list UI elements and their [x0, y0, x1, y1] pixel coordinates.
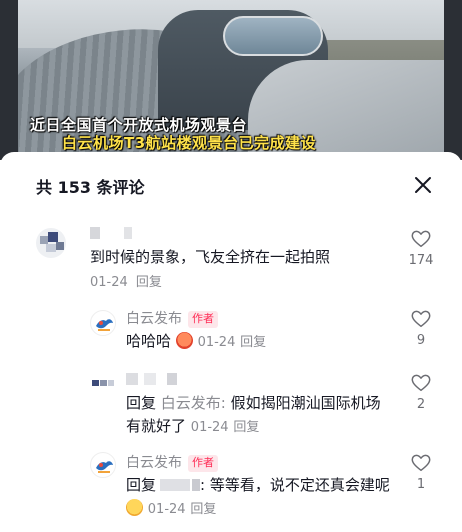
reply-button[interactable]: 回复 — [136, 275, 162, 290]
heart-outline-icon — [411, 230, 431, 248]
reply-button[interactable]: 回复 — [233, 420, 259, 435]
masked-username[interactable] — [160, 479, 191, 491]
author-name[interactable]: 白云发布 作者 — [126, 452, 218, 472]
comment-date: 01-24 — [90, 275, 128, 290]
like-button[interactable]: 174 — [406, 228, 436, 268]
comment-date: 01-24 — [197, 335, 236, 350]
reply-target[interactable]: 白云发布: — [161, 394, 226, 412]
comment-text: 哈哈哈 01-24 回复 — [126, 332, 267, 350]
close-icon[interactable] — [412, 174, 434, 196]
comment-reply-item: 白云发布 作者 哈哈哈 01-24 回复 9 — [0, 304, 462, 364]
comment-date: 01-24 — [190, 420, 229, 435]
like-count: 2 — [416, 397, 426, 412]
video-player[interactable]: 近日全国首个开放式机场观景台 白云机场T3航站楼观景台已完成建设 — [0, 0, 462, 160]
comment-count-title: 共 153 条评论 — [36, 178, 145, 197]
like-count: 174 — [408, 253, 434, 268]
comment-text: 回复: 等等看，说不定还真会建呢 01-24 回复 — [126, 476, 390, 517]
author-badge: 作者 — [188, 311, 218, 328]
heart-outline-icon — [411, 374, 431, 392]
avatar[interactable] — [90, 372, 116, 398]
comments-screen: 近日全国首个开放式机场观景台 白云机场T3航站楼观景台已完成建设 共 153 条… — [0, 0, 462, 532]
heart-outline-icon — [411, 310, 431, 328]
comment-text: 回复 白云发布: 假如揭阳潮汕国际机场有就好了 01-24 回复 — [126, 394, 381, 435]
comment-sheet-header: 共 153 条评论 — [0, 152, 462, 212]
like-count: 1 — [416, 477, 426, 492]
video-caption-line-2: 白云机场T3航站楼观景台已完成建设 — [62, 134, 317, 152]
reply-button[interactable]: 回复 — [240, 335, 266, 350]
avatar[interactable] — [36, 228, 66, 258]
reply-button[interactable]: 回复 — [190, 502, 216, 517]
author-name[interactable]: 白云发布 作者 — [126, 308, 218, 328]
comment-meta: 01-24 回复 — [90, 271, 162, 294]
like-button[interactable]: 1 — [406, 452, 436, 492]
comment-reply-item: 白云发布 作者 回复: 等等看，说不定还真会建呢 01-24 回复 1 — [0, 450, 462, 530]
comment-date: 01-24 — [147, 502, 186, 517]
laughing-emoji-icon — [175, 332, 193, 349]
like-button[interactable]: 9 — [406, 308, 436, 348]
author-avatar[interactable] — [90, 452, 116, 478]
comment-text: 到时候的景象，飞友全挤在一起拍照 — [90, 248, 331, 266]
author-badge: 作者 — [188, 455, 218, 472]
comment-sheet: 共 153 条评论 到时候的景象，飞友全挤在一起拍照 01-24 回复 174 … — [0, 152, 462, 532]
username-masked[interactable] — [90, 226, 133, 242]
like-button[interactable]: 2 — [406, 372, 436, 412]
comment-reply-item: 回复 白云发布: 假如揭阳潮汕国际机场有就好了 01-24 回复 2 — [0, 368, 462, 448]
heart-outline-icon — [411, 454, 431, 472]
wink-emoji-icon — [126, 499, 143, 516]
username-masked[interactable] — [126, 372, 177, 388]
like-count: 9 — [416, 333, 426, 348]
comment-item: 到时候的景象，飞友全挤在一起拍照 01-24 回复 174 — [0, 222, 462, 302]
author-avatar[interactable] — [90, 310, 116, 336]
